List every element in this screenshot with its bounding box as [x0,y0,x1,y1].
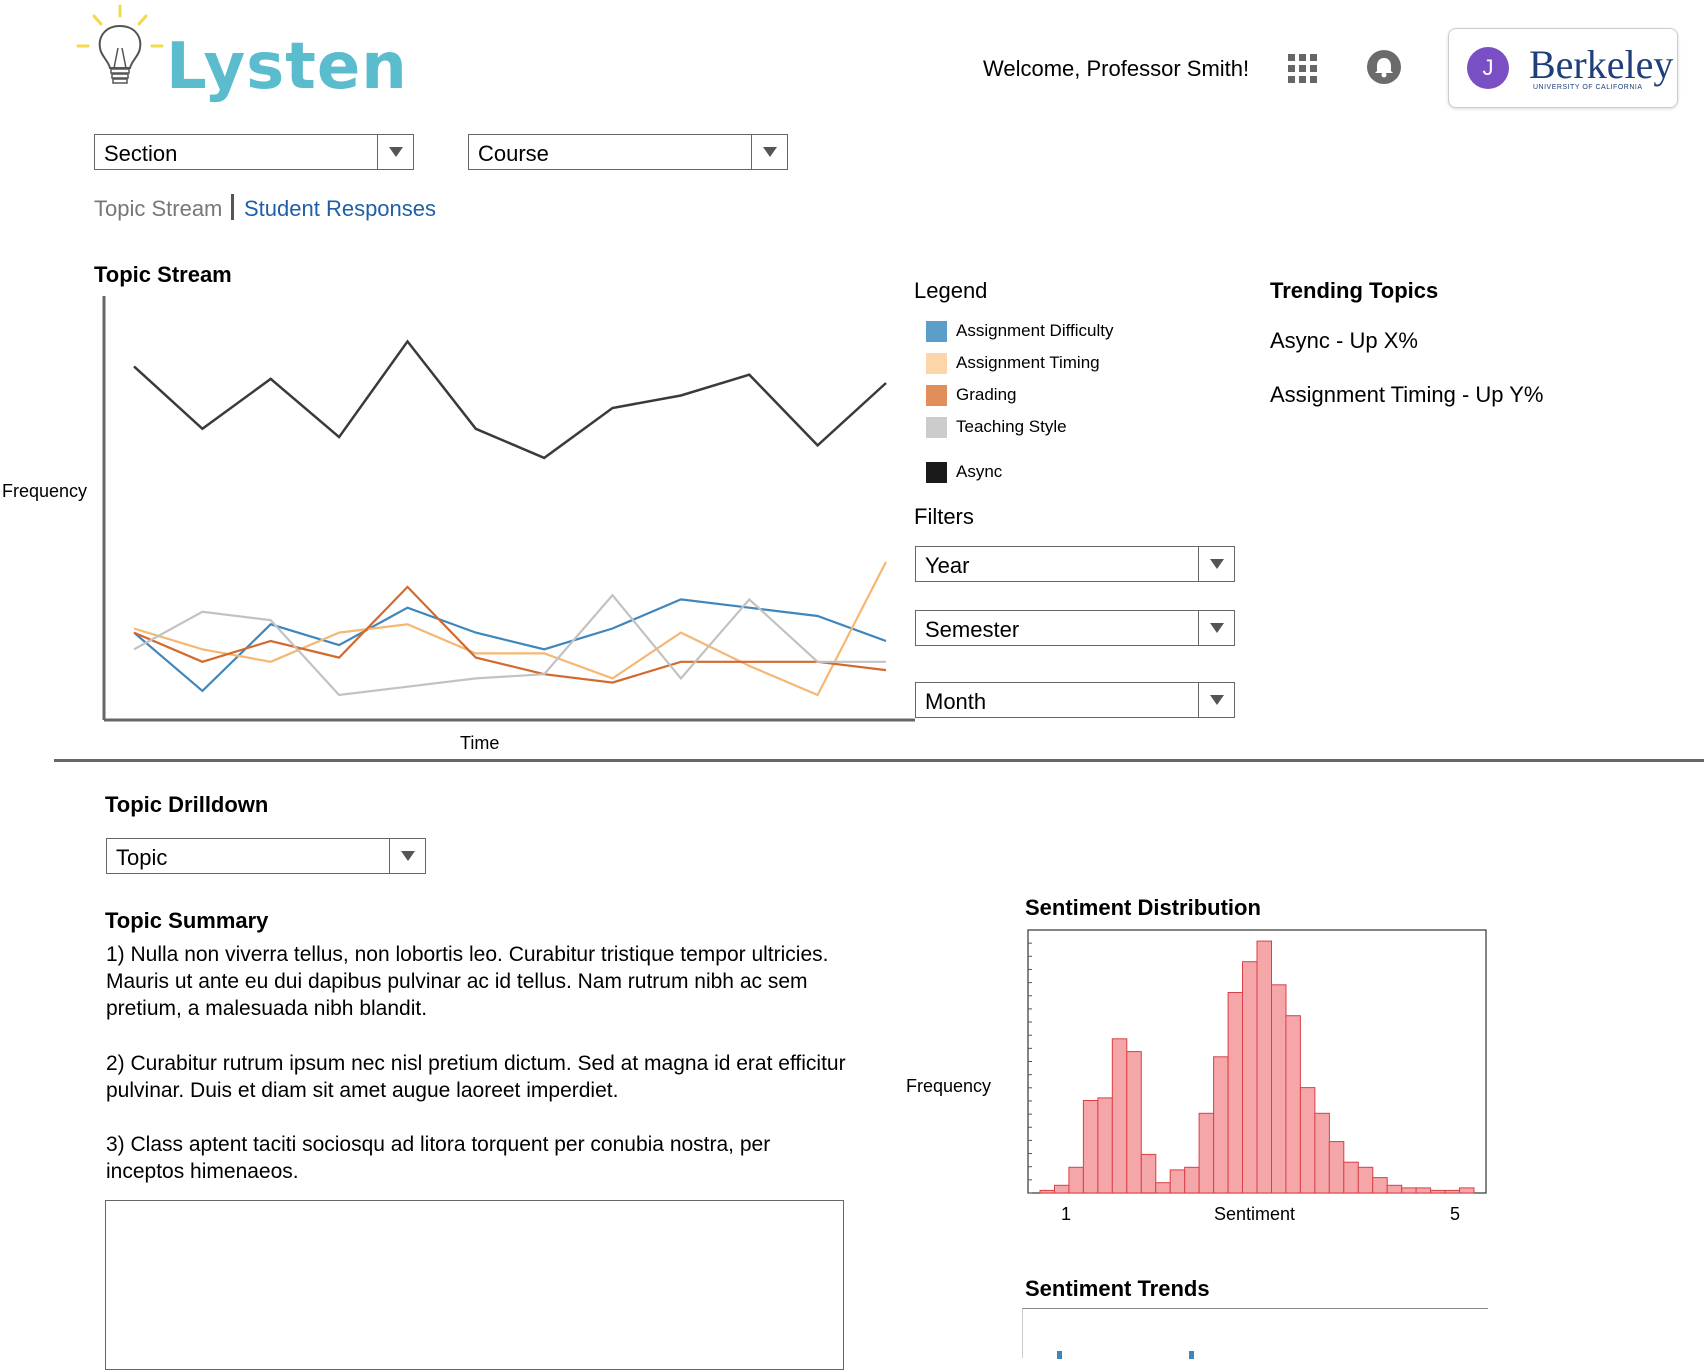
histogram-bar [1082,1100,1099,1194]
histogram-bar [1097,1097,1113,1194]
histogram-bar [1386,1184,1403,1194]
sentiment-x-min-label: 1 [1061,1204,1072,1224]
sentiment-trends-chart [1022,1308,1488,1359]
month-select[interactable]: Month [915,682,1235,718]
histogram-bar [1140,1153,1157,1194]
histogram-bar [1430,1189,1446,1194]
series-line [133,339,887,460]
notification-bell-icon[interactable] [1367,50,1401,84]
legend-swatch [926,417,947,438]
histogram-bar [1401,1187,1417,1194]
summary-title: Topic Summary [105,908,269,933]
histogram-bar [1169,1169,1186,1194]
avatar[interactable]: J [1467,47,1509,89]
histogram-bar [1357,1166,1374,1194]
sentiment-x-max-label: 5 [1450,1204,1461,1224]
topic-stream-chart [102,296,915,722]
histogram-bar [1242,961,1258,1194]
institution-subtitle: UNIVERSITY OF CALIFORNIA [1533,84,1643,91]
series-line [133,585,887,684]
trending-item: Assignment Timing - Up Y% [1270,382,1544,407]
tab-divider [231,194,234,220]
legend-swatch [926,353,947,374]
drilldown-title: Topic Drilldown [105,792,269,817]
section-divider [54,759,1704,762]
summary-item: 3) Class aptent taciti sociosqu ad litor… [106,1133,771,1183]
histogram-bar [1256,940,1272,1194]
chevron-down-icon[interactable] [1198,683,1234,717]
year-select-value: Year [925,553,970,578]
course-select[interactable]: Course [468,134,788,170]
histogram-bar [1126,1051,1142,1194]
topic-stream-ylabel: Frequency [2,481,88,501]
app-logo-text: Lysten [166,30,408,104]
histogram-bar [1198,1112,1215,1194]
legend-label: Async [956,462,1003,481]
summary-item: 1) Nulla non viverra tellus, non loborti… [106,943,829,1020]
chevron-down-icon[interactable] [751,135,787,169]
month-select-value: Month [925,689,987,714]
histogram-bar [1068,1166,1084,1194]
sentiment-trends-title: Sentiment Trends [1025,1276,1210,1301]
histogram-bar [1111,1038,1128,1194]
histogram-bar [1155,1182,1171,1194]
tab-student-responses[interactable]: Student Responses [244,196,436,222]
legend-title: Legend [914,278,988,303]
histogram-bar [1285,1015,1301,1194]
trending-title: Trending Topics [1270,278,1439,303]
sentiment-histogram [1027,929,1487,1194]
year-select[interactable]: Year [915,546,1235,582]
histogram-bar [1227,992,1244,1194]
histogram-bar [1343,1161,1359,1194]
topic-stream-title: Topic Stream [94,262,232,287]
institution-logo: Berkeley [1529,42,1674,87]
lightbulb-icon [76,4,164,84]
course-select-value: Course [478,141,549,166]
chevron-down-icon[interactable] [389,839,425,873]
trending-item: Async - Up X% [1270,328,1418,353]
histogram-bar [1039,1189,1055,1194]
profile-card[interactable]: J Berkeley UNIVERSITY OF CALIFORNIA [1448,28,1678,108]
histogram-bar [1299,1087,1316,1194]
topic-select[interactable]: Topic [106,838,426,874]
chevron-down-icon[interactable] [1198,611,1234,645]
legend-label: Teaching Style [956,417,1067,436]
sentiment-ylabel: Frequency [906,1076,992,1096]
section-select-value: Section [104,141,178,166]
section-select[interactable]: Section [94,134,414,170]
histogram-bar [1271,984,1287,1194]
histogram-bar [1372,1177,1388,1194]
legend-swatch [926,385,947,406]
topic-select-value: Topic [116,845,168,870]
legend-swatch [926,462,947,483]
comments-panel [105,1200,844,1370]
series-line [133,561,887,697]
histogram-bar [1415,1187,1432,1194]
apps-grid-icon[interactable] [1288,54,1318,84]
tab-topic-stream[interactable]: Topic Stream [94,196,222,222]
histogram-bar [1314,1112,1330,1194]
histogram-bar [1184,1166,1200,1194]
legend-label: Assignment Difficulty [956,321,1114,340]
chevron-down-icon[interactable] [1198,547,1234,581]
topic-stream-xlabel: Time [460,733,500,753]
filters-title: Filters [914,504,974,529]
welcome-message: Welcome, Professor Smith! [983,56,1250,81]
histogram-bar [1054,1184,1070,1194]
histogram-bar [1213,1056,1229,1194]
sentiment-xlabel: Sentiment [1214,1204,1296,1224]
legend-label: Grading [956,385,1017,404]
histogram-bar [1328,1141,1345,1194]
legend-swatch [926,321,947,342]
semester-select-value: Semester [925,617,1020,642]
legend-label: Assignment Timing [956,353,1100,372]
histogram-bar [1459,1187,1475,1194]
chevron-down-icon[interactable] [377,135,413,169]
sentiment-dist-title: Sentiment Distribution [1025,895,1261,920]
histogram-bar [1444,1189,1461,1194]
summary-item: 2) Curabitur rutrum ipsum nec nisl preti… [106,1052,846,1102]
semester-select[interactable]: Semester [915,610,1235,646]
